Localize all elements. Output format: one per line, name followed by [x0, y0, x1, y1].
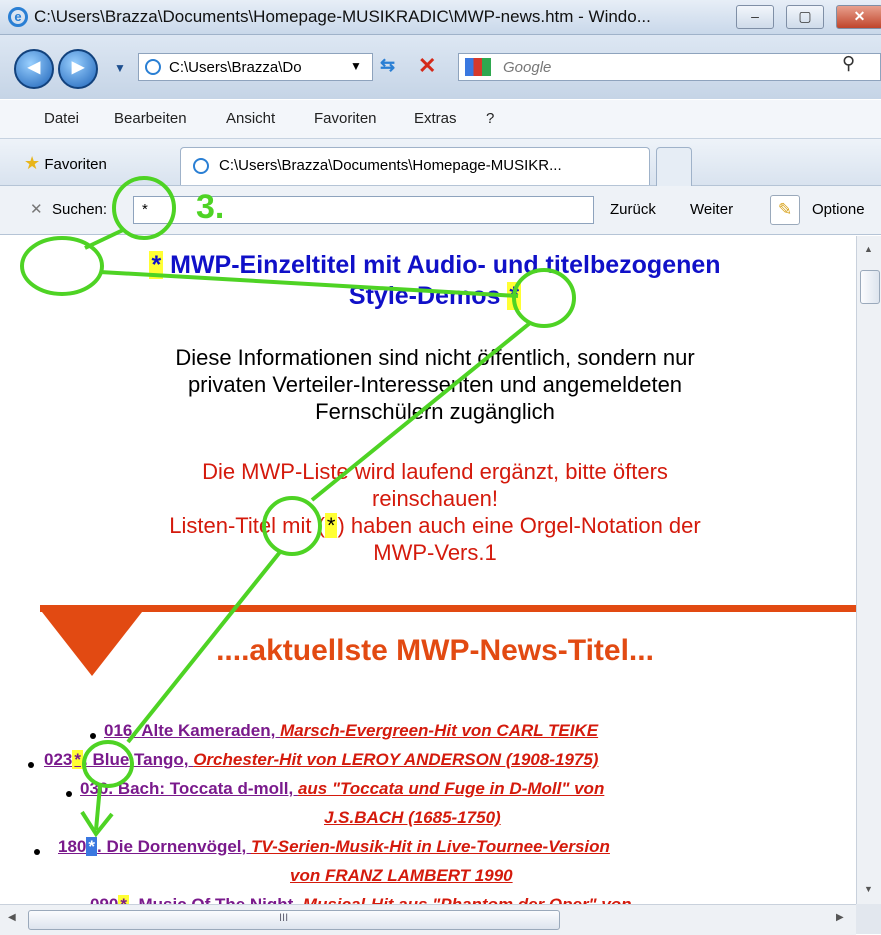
annotation-circle [262, 496, 322, 556]
annotation-line [310, 321, 532, 502]
annotation-circle [112, 176, 176, 240]
annotation-line [126, 550, 282, 744]
annotation-line [94, 785, 102, 831]
annotation-circle [82, 740, 134, 788]
annotation-overlay [20, 176, 576, 838]
annotation-line [99, 270, 519, 298]
annotation-circle [512, 268, 576, 328]
annotation-circle [20, 236, 104, 296]
